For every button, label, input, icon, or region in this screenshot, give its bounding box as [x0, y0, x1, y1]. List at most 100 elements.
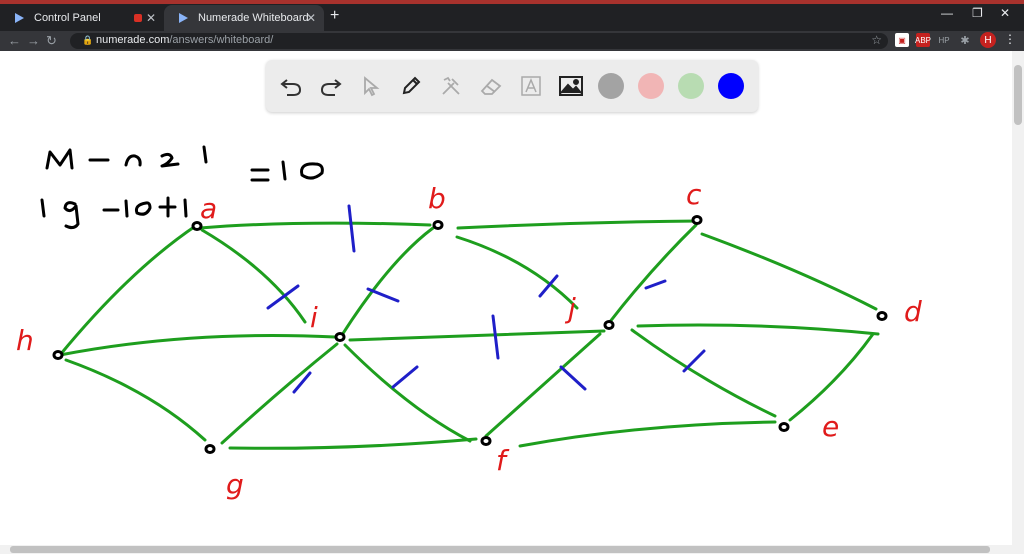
- whiteboard-canvas[interactable]: a b c d e f g h i j: [0, 51, 1012, 545]
- tab-title: Numerade Whiteboard: [198, 12, 309, 24]
- tab-control-panel[interactable]: Control Panel ✕: [0, 5, 164, 31]
- handwriting-one: [40, 198, 46, 218]
- close-window-icon[interactable]: ✕: [1000, 6, 1010, 20]
- close-tab-icon[interactable]: ✕: [146, 11, 156, 25]
- edge-a-i: [200, 228, 307, 324]
- edge-h-i: [58, 333, 337, 357]
- label-d: d: [904, 295, 922, 328]
- handwriting-one: [202, 145, 208, 164]
- hp-extension-icon[interactable]: HP: [937, 33, 951, 47]
- close-tab-icon[interactable]: ✕: [306, 11, 316, 25]
- color-swatch-blue[interactable]: [718, 73, 744, 99]
- recording-icon: [134, 14, 142, 22]
- menu-dots-icon[interactable]: ⋮: [1004, 32, 1016, 46]
- handwriting-plus: [160, 152, 180, 168]
- label-f: f: [496, 444, 510, 477]
- tab-bar-accent: [0, 0, 1024, 4]
- edge-h-g: [64, 358, 207, 442]
- node-c: [691, 215, 703, 225]
- pen-icon[interactable]: [398, 73, 424, 99]
- color-swatch-green[interactable]: [678, 73, 704, 99]
- node-b: [432, 220, 444, 230]
- avatar[interactable]: H: [980, 32, 996, 48]
- edge-g-f: [228, 437, 478, 450]
- tab-favicon-icon: [176, 11, 190, 25]
- color-swatch-gray[interactable]: [598, 73, 624, 99]
- handwriting-one: [124, 199, 129, 218]
- edge-e-d: [788, 332, 875, 422]
- edge-i-f: [343, 343, 472, 443]
- adblock-icon[interactable]: ABP: [915, 33, 931, 47]
- tab-title: Control Panel: [34, 12, 101, 24]
- url-path: /answers/whiteboard/: [169, 34, 274, 46]
- tick-mark: [366, 287, 400, 303]
- puzzle-icon[interactable]: ✱: [958, 33, 972, 47]
- eraser-icon[interactable]: [478, 73, 504, 99]
- vertical-scrollbar[interactable]: [1012, 51, 1024, 545]
- handwriting-n: [124, 154, 142, 167]
- edge-i-b: [340, 226, 435, 337]
- url-field[interactable]: 🔒 numerade.com/answers/whiteboard/ ☆: [70, 33, 888, 49]
- label-g: g: [226, 468, 244, 501]
- scroll-thumb[interactable]: [10, 546, 990, 553]
- handwriting-one: [281, 160, 287, 181]
- redo-icon[interactable]: [318, 73, 344, 99]
- lock-icon: 🔒: [82, 35, 94, 45]
- edge-j-d: [636, 323, 880, 336]
- edge-i-j: [348, 329, 606, 342]
- edge-f-j: [484, 332, 602, 438]
- node-j: [603, 320, 615, 330]
- maximize-icon[interactable]: ❐: [972, 6, 983, 20]
- extension-icon[interactable]: ▣: [895, 33, 909, 47]
- tick-mark: [682, 349, 706, 373]
- cut-marks: [266, 204, 706, 394]
- node-i: [334, 332, 346, 342]
- tools-icon[interactable]: [438, 73, 464, 99]
- plus-icon[interactable]: +: [330, 7, 339, 25]
- node-d: [876, 311, 888, 321]
- scroll-thumb[interactable]: [1014, 65, 1022, 125]
- edge-h-a: [58, 223, 199, 357]
- tick-mark: [644, 279, 667, 290]
- whiteboard-toolbar: [266, 60, 758, 112]
- bookmark-star-icon[interactable]: ☆: [871, 33, 882, 47]
- tab-favicon-icon: [12, 11, 26, 25]
- node-g: [204, 444, 216, 454]
- node-h: [52, 350, 64, 360]
- handwriting-m: [45, 148, 74, 170]
- node-f: [480, 436, 492, 446]
- label-i: i: [310, 301, 318, 334]
- label-a: a: [200, 192, 217, 225]
- tick-mark: [491, 314, 500, 360]
- minimize-icon[interactable]: —: [941, 6, 953, 20]
- color-swatch-pink[interactable]: [638, 73, 664, 99]
- text-icon[interactable]: [518, 73, 544, 99]
- horizontal-scrollbar[interactable]: [0, 545, 1024, 554]
- reload-icon[interactable]: ↻: [46, 33, 57, 49]
- tick-mark: [391, 365, 419, 389]
- handwriting-nine: [63, 201, 80, 230]
- pointer-icon[interactable]: [358, 73, 384, 99]
- handwriting-zero: [134, 201, 152, 216]
- edge-f-e: [518, 420, 777, 448]
- label-b: b: [428, 182, 446, 215]
- tick-mark: [559, 365, 587, 391]
- label-h: h: [16, 324, 34, 357]
- back-icon[interactable]: ←: [8, 33, 21, 48]
- label-c: c: [686, 178, 702, 211]
- label-e: e: [822, 410, 839, 443]
- tab-numerade-whiteboard[interactable]: Numerade Whiteboard ✕: [164, 5, 324, 31]
- forward-icon[interactable]: →: [27, 33, 40, 48]
- handwriting-equals: [250, 168, 270, 182]
- edge-b-c: [456, 219, 701, 230]
- edge-b-j: [455, 235, 579, 310]
- edge-j-c: [607, 223, 698, 325]
- graph-edges: [58, 219, 880, 450]
- undo-icon[interactable]: [278, 73, 304, 99]
- handwriting-one: [183, 198, 188, 218]
- url-domain: numerade.com: [96, 34, 170, 46]
- edge-c-d: [700, 232, 878, 311]
- handwriting-zero: [300, 162, 324, 180]
- image-icon[interactable]: [558, 73, 584, 99]
- edge-g-i: [220, 342, 339, 445]
